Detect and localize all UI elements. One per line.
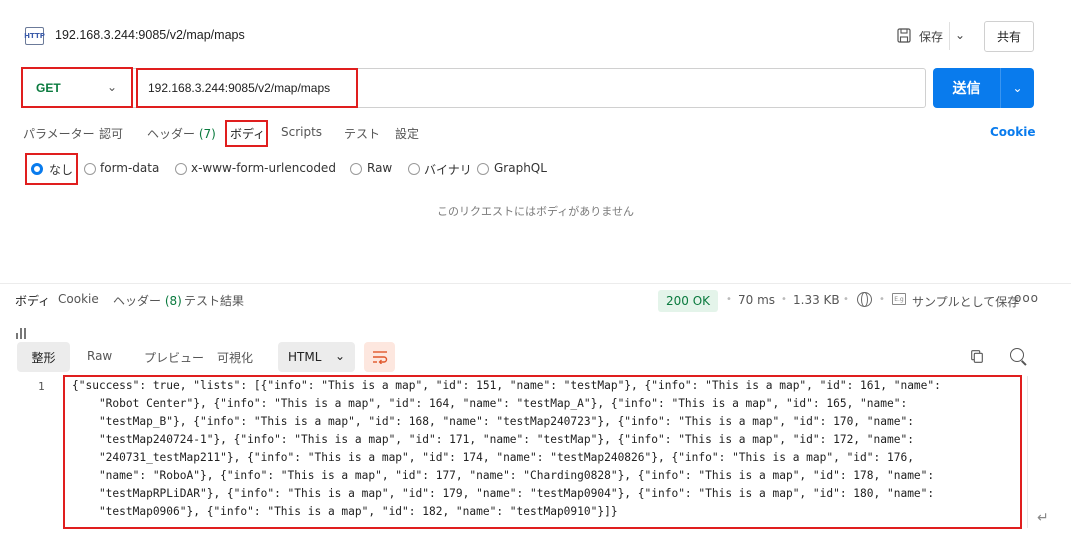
tab-tests[interactable]: テスト [344,125,380,142]
save-as-example-button[interactable]: サンプルとして保存 [912,293,1019,310]
radio-raw[interactable] [350,163,362,175]
save-icon[interactable] [897,28,911,43]
line-number: 1 [38,380,45,393]
send-options-chevron-icon[interactable]: ⌄ [1001,68,1034,108]
divider [0,283,1071,284]
tab-headers-count: (7) [198,127,216,141]
separator-dot: • [781,294,787,305]
tab-settings[interactable]: 設定 [395,125,419,142]
empty-body-message: このリクエストにはボディがありません [437,205,634,218]
more-options-icon[interactable]: ooo [1014,291,1039,305]
separator-dot: • [843,294,849,305]
separator-dot: • [726,294,732,305]
globe-icon[interactable] [857,292,872,307]
radio-form-data-label[interactable]: form-data [100,161,159,175]
radio-urlencoded[interactable] [175,163,187,175]
separator-dot: • [879,294,885,305]
highlight-box [225,120,268,147]
radio-graphql-label[interactable]: GraphQL [494,161,547,175]
tab-headers[interactable]: ヘッダー (7) [147,125,216,142]
scrollbar[interactable] [1027,376,1028,528]
format-tab-raw[interactable]: Raw [87,349,112,363]
response-size[interactable]: 1.33 KB [793,293,840,307]
save-example-icon: E.g [892,293,906,305]
response-tab-headers-count: (8) [164,294,182,308]
radio-binary[interactable] [408,163,420,175]
cookies-link[interactable]: Cookie [990,125,1036,139]
tab-scripts[interactable]: Scripts [281,125,322,139]
send-button-group[interactable]: 送信 ⌄ [933,68,1034,108]
status-badge[interactable]: 200 OK [658,290,719,312]
share-button[interactable]: 共有 [984,21,1034,52]
code-line: "testMap240724-1"}, {"info": "This is a … [72,433,914,446]
radio-form-data[interactable] [84,163,96,175]
radio-graphql[interactable] [477,163,489,175]
code-line: "testMap0906"}, {"info": "This is a map"… [72,505,618,518]
url-input[interactable]: 192.168.3.244:9085/v2/map/maps [136,68,358,108]
send-button[interactable]: 送信 [933,68,1000,108]
url-text: 192.168.3.244:9085/v2/map/maps [148,81,331,95]
radio-urlencoded-label[interactable]: x-www-form-urlencoded [191,161,336,175]
code-line: {"success": true, "lists": [{"info": "Th… [72,379,941,392]
format-language-select[interactable]: HTML ⌄ [278,342,355,372]
method-label: GET [36,80,61,95]
save-button[interactable]: 保存 [919,28,943,45]
response-visualization-icon[interactable] [16,325,28,339]
format-tab-pretty[interactable]: 整形 [17,342,70,372]
format-language-label: HTML [288,350,322,364]
chevron-down-icon: ⌄ [334,349,345,363]
radio-none[interactable] [31,163,43,175]
response-tab-test-results[interactable]: テスト結果 [184,292,244,309]
response-tab-body[interactable]: ボディ [15,292,50,309]
wrap-lines-button[interactable] [364,342,395,372]
tab-headers-label: ヘッダー [147,127,196,141]
response-tab-headers[interactable]: ヘッダー (8) [113,292,182,309]
code-line: "Robot Center"}, {"info": "This is a map… [72,397,908,410]
response-tab-cookies[interactable]: Cookie [58,292,99,306]
radio-binary-label[interactable]: バイナリ [424,161,472,178]
code-line: "testMapRPLiDAR"}, {"info": "This is a m… [72,487,935,500]
tab-authorization[interactable]: 認可 [99,125,123,142]
format-tab-visualize[interactable]: 可視化 [217,349,253,366]
request-title: 192.168.3.244:9085/v2/map/maps [55,28,245,42]
response-tab-headers-label: ヘッダー [113,294,162,308]
wrap-lines-icon [372,351,387,364]
radio-none-label[interactable]: なし [49,161,73,178]
method-select[interactable]: GET ⌄ [21,67,133,108]
search-icon[interactable] [1010,348,1024,362]
copy-icon[interactable] [971,350,983,363]
tab-params[interactable]: パラメーター [23,125,95,142]
code-line: "240731_testMap211"}, {"info": "This is … [72,451,914,464]
code-line: "name": "RoboA"}, {"info": "This is a ma… [72,469,935,482]
radio-raw-label[interactable]: Raw [367,161,392,175]
return-icon: ↵ [1037,510,1049,526]
code-line: "testMap_B"}, {"info": "This is a map", … [72,415,914,428]
http-icon: HTTP [24,27,45,45]
response-time[interactable]: 70 ms [738,293,775,307]
format-tab-preview[interactable]: プレビュー [144,349,204,366]
chevron-down-icon: ⌄ [106,80,117,94]
chevron-down-icon[interactable]: ⌄ [955,28,965,42]
divider [949,22,950,50]
